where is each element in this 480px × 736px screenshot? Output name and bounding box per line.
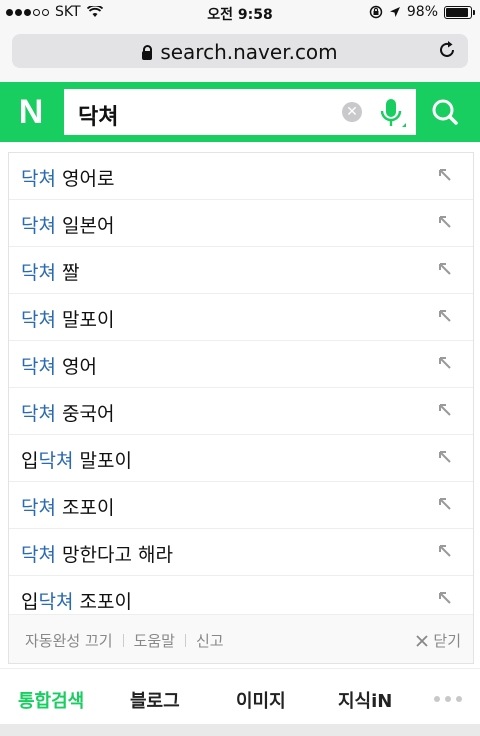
- report-link[interactable]: 신고: [196, 630, 224, 651]
- clear-icon[interactable]: ✕: [342, 102, 362, 122]
- suggestion-item[interactable]: 닥쳐 말포이: [9, 294, 473, 341]
- suggestion-highlight: 닥쳐: [38, 450, 74, 472]
- suggestion-text: 닥쳐 영어: [21, 352, 97, 379]
- suggestion-text: 입닥쳐 조포이: [21, 587, 132, 614]
- suggestion-item[interactable]: 닥쳐 망한다고 해라: [9, 529, 473, 576]
- fill-query-arrow-icon[interactable]: [437, 449, 453, 465]
- status-bar: SKT 오전 9:58 98%: [0, 0, 480, 26]
- naver-logo[interactable]: N: [8, 91, 54, 133]
- fill-query-arrow-icon[interactable]: [437, 261, 453, 277]
- suggestion-suffix: 영어로: [55, 168, 115, 190]
- tab-blog[interactable]: 블로그: [130, 687, 180, 713]
- battery-percent: 98%: [406, 4, 438, 20]
- fill-query-arrow-icon[interactable]: [437, 543, 453, 559]
- suggestion-highlight: 닥쳐: [21, 168, 56, 190]
- suggestion-prefix: 입: [21, 591, 39, 613]
- suggestion-text: 닥쳐 말포이: [21, 305, 114, 332]
- suggestion-text: 닥쳐 일본어: [21, 211, 114, 238]
- suggestion-suffix: 영어: [55, 356, 97, 378]
- tab-knowledge-in[interactable]: 지식iN: [338, 687, 392, 713]
- suggestion-item[interactable]: 닥쳐 중국어: [9, 388, 473, 435]
- suggestion-suffix: 중국어: [55, 403, 115, 425]
- suggestion-highlight: 닥쳐: [21, 309, 56, 331]
- fill-query-arrow-icon[interactable]: [437, 590, 453, 606]
- fill-query-arrow-icon[interactable]: [437, 167, 453, 183]
- suggestion-suffix: 말포이: [73, 450, 132, 472]
- search-icon: [432, 99, 458, 125]
- suggestion-item[interactable]: 닥쳐 일본어: [9, 200, 473, 247]
- suggestion-text: 닥쳐 망한다고 해라: [21, 540, 173, 567]
- suggestion-text: 닥쳐 조포이: [21, 493, 114, 520]
- suggestion-item[interactable]: 닥쳐 영어: [9, 341, 473, 388]
- suggestion-highlight: 닥쳐: [21, 215, 56, 237]
- search-button[interactable]: [418, 89, 472, 135]
- fill-query-arrow-icon[interactable]: [437, 214, 453, 230]
- search-category-tabs: 통합검색 블로그 이미지 지식iN: [0, 668, 480, 725]
- tab-image[interactable]: 이미지: [236, 687, 286, 713]
- suggestion-highlight: 닥쳐: [21, 544, 56, 566]
- battery-icon: [444, 5, 475, 19]
- suggestion-text: 닥쳐 짤: [21, 258, 80, 285]
- suggestion-item[interactable]: 입닥쳐 말포이: [9, 435, 473, 482]
- autocomplete-off-button[interactable]: 자동완성 끄기: [25, 630, 113, 651]
- location-arrow-icon: [389, 7, 400, 17]
- suggestion-suffix: 망한다고 해라: [55, 544, 173, 566]
- suggestion-text: 닥쳐 영어로: [21, 164, 114, 191]
- url-text: search.naver.com: [160, 40, 338, 64]
- close-label: 닫기: [433, 632, 461, 650]
- suggestion-highlight: 닥쳐: [21, 497, 56, 519]
- suggestion-highlight: 닥쳐: [21, 262, 56, 284]
- suggestion-suffix: 짤: [55, 262, 80, 284]
- naver-search-header: N 닥쳐 ✕: [0, 82, 480, 142]
- suggestion-text: 입닥쳐 말포이: [21, 446, 132, 473]
- microphone-icon[interactable]: [376, 97, 406, 129]
- reload-icon[interactable]: [436, 39, 458, 61]
- suggestion-highlight: 닥쳐: [38, 591, 74, 613]
- suggestion-suffix: 조포이: [73, 591, 132, 613]
- suggestion-item[interactable]: 닥쳐 조포이: [9, 482, 473, 529]
- suggestion-item[interactable]: 닥쳐 짤: [9, 247, 473, 294]
- help-link[interactable]: 도움말: [134, 630, 175, 651]
- search-query: 닥쳐: [78, 105, 119, 130]
- autocomplete-footer: 자동완성 끄기 도움말 신고 닫기: [9, 614, 473, 663]
- suggestion-text: 닥쳐 중국어: [21, 399, 114, 426]
- address-bar[interactable]: search.naver.com: [12, 34, 468, 68]
- page-bottom-edge: [0, 724, 480, 736]
- tab-integrated-search[interactable]: 통합검색: [18, 687, 84, 713]
- suggestion-suffix: 조포이: [55, 497, 115, 519]
- more-tabs-icon[interactable]: [434, 696, 462, 702]
- fill-query-arrow-icon[interactable]: [437, 355, 453, 371]
- suggestion-prefix: 입: [21, 450, 39, 472]
- suggestion-highlight: 닥쳐: [21, 403, 56, 425]
- suggestion-suffix: 말포이: [55, 309, 115, 331]
- close-autocomplete-button[interactable]: 닫기: [415, 630, 461, 651]
- suggestion-item[interactable]: 닥쳐 영어로: [9, 153, 473, 200]
- fill-query-arrow-icon[interactable]: [437, 308, 453, 324]
- search-input[interactable]: 닥쳐 ✕: [64, 89, 416, 135]
- suggestion-suffix: 일본어: [55, 215, 115, 237]
- close-icon: [416, 634, 429, 647]
- suggestion-highlight: 닥쳐: [21, 356, 56, 378]
- browser-toolbar: search.naver.com: [0, 26, 480, 82]
- lock-icon: [142, 45, 153, 60]
- rotation-lock-icon: [369, 5, 383, 19]
- autocomplete-panel: 닥쳐 영어로 닥쳐 일본어 닥쳐 짤 닥쳐 말포이 닥쳐 영어 닥쳐 중국어 입닥쳐 말포이…: [8, 152, 474, 664]
- fill-query-arrow-icon[interactable]: [437, 402, 453, 418]
- fill-query-arrow-icon[interactable]: [437, 496, 453, 512]
